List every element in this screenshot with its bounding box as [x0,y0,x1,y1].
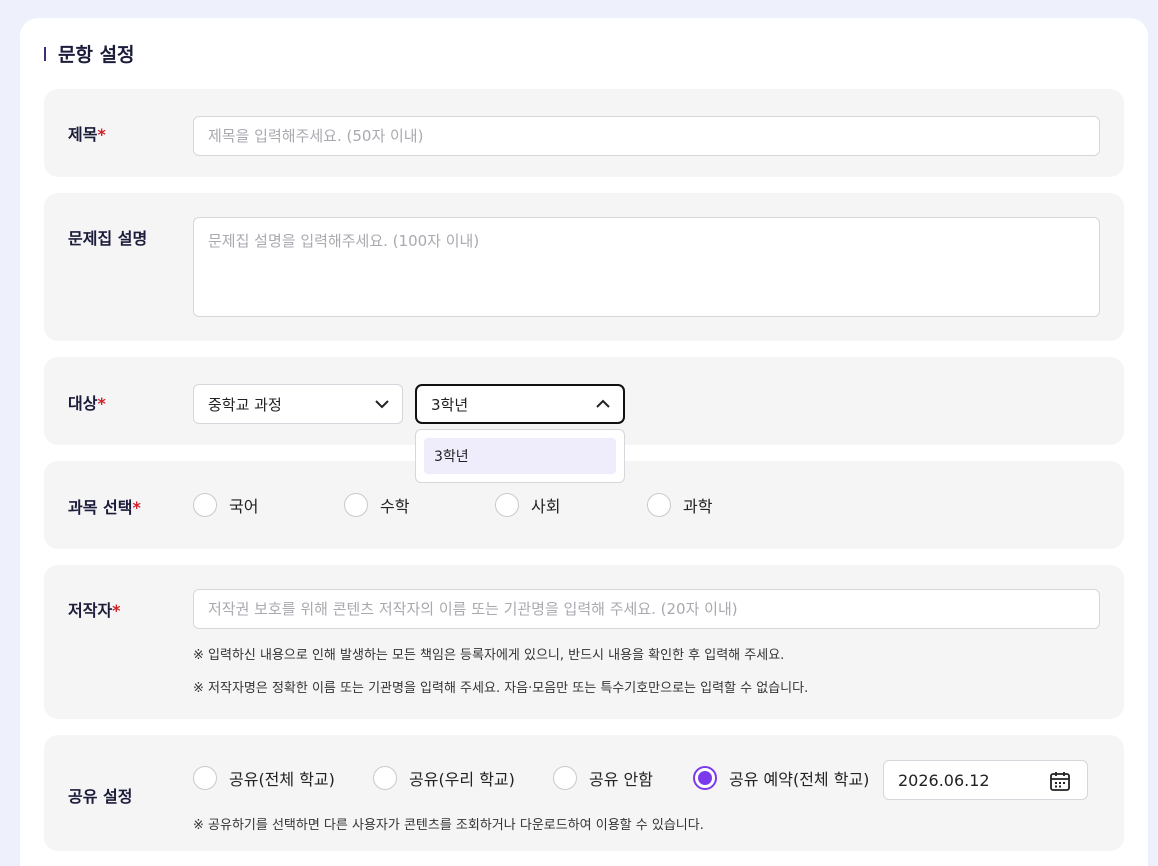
grade-select[interactable]: 3학년 [415,384,625,424]
section-title-text: 문항 설정 [58,43,135,66]
subject-option-social[interactable]: 사회 [495,493,560,517]
subject-option-math[interactable]: 수학 [344,493,409,517]
subject-label: 과목 선택* [68,498,141,517]
share-date-picker[interactable]: 2026.06.12 [883,760,1088,800]
share-option-our-school[interactable]: 공유(우리 학교) [373,766,515,790]
chevron-down-icon [375,400,389,409]
radio-button-checked[interactable] [693,766,717,790]
title-input[interactable] [193,116,1100,156]
author-note-format: ※ 저작자명은 정확한 이름 또는 기관명을 입력해 주세요. 자음·모음만 또… [193,681,809,696]
radio-button[interactable] [193,493,217,517]
author-label: 저작자* [68,601,121,620]
share-note: ※ 공유하기를 선택하면 다른 사용자가 콘텐츠를 조회하거나 다운로드하여 이… [193,818,704,833]
radio-button[interactable] [495,493,519,517]
radio-button[interactable] [193,766,217,790]
share-option-all-schools[interactable]: 공유(전체 학교) [193,766,335,790]
calendar-icon[interactable] [1049,770,1071,792]
radio-button[interactable] [553,766,577,790]
subject-option-science[interactable]: 과학 [647,493,712,517]
radio-button[interactable] [647,493,671,517]
share-option-scheduled[interactable]: 공유 예약(전체 학교) [693,766,869,790]
share-date-value: 2026.06.12 [898,770,990,790]
school-level-select[interactable]: 중학교 과정 [193,384,403,424]
radio-button[interactable] [344,493,368,517]
section-title: 문항 설정 [44,40,135,66]
grade-option[interactable]: 3학년 [424,438,616,474]
author-panel: 저작자* ※ 입력하신 내용으로 인해 발생하는 모든 책임은 등록자에게 있으… [44,565,1124,719]
share-label: 공유 설정 [68,787,133,806]
target-label: 대상* [68,394,106,413]
title-label: 제목* [68,125,106,144]
author-note-responsibility: ※ 입력하신 내용으로 인해 발생하는 모든 책임은 등록자에게 있으니, 반드… [193,648,785,663]
title-accent-bar [44,47,46,61]
description-label: 문제집 설명 [68,229,148,248]
grade-value: 3학년 [431,395,469,414]
share-option-none[interactable]: 공유 안함 [553,766,653,790]
title-panel: 제목* [44,89,1124,177]
radio-button[interactable] [373,766,397,790]
description-textarea[interactable] [193,217,1100,317]
subject-option-korean[interactable]: 국어 [193,493,258,517]
school-level-value: 중학교 과정 [208,395,282,414]
chevron-up-icon [596,399,610,408]
settings-card: 문항 설정 제목* 문제집 설명 대상* 중학교 과정 3학년 [20,18,1148,866]
grade-dropdown-list: 3학년 [415,429,625,483]
author-input[interactable] [193,589,1100,629]
description-panel: 문제집 설명 [44,193,1124,341]
